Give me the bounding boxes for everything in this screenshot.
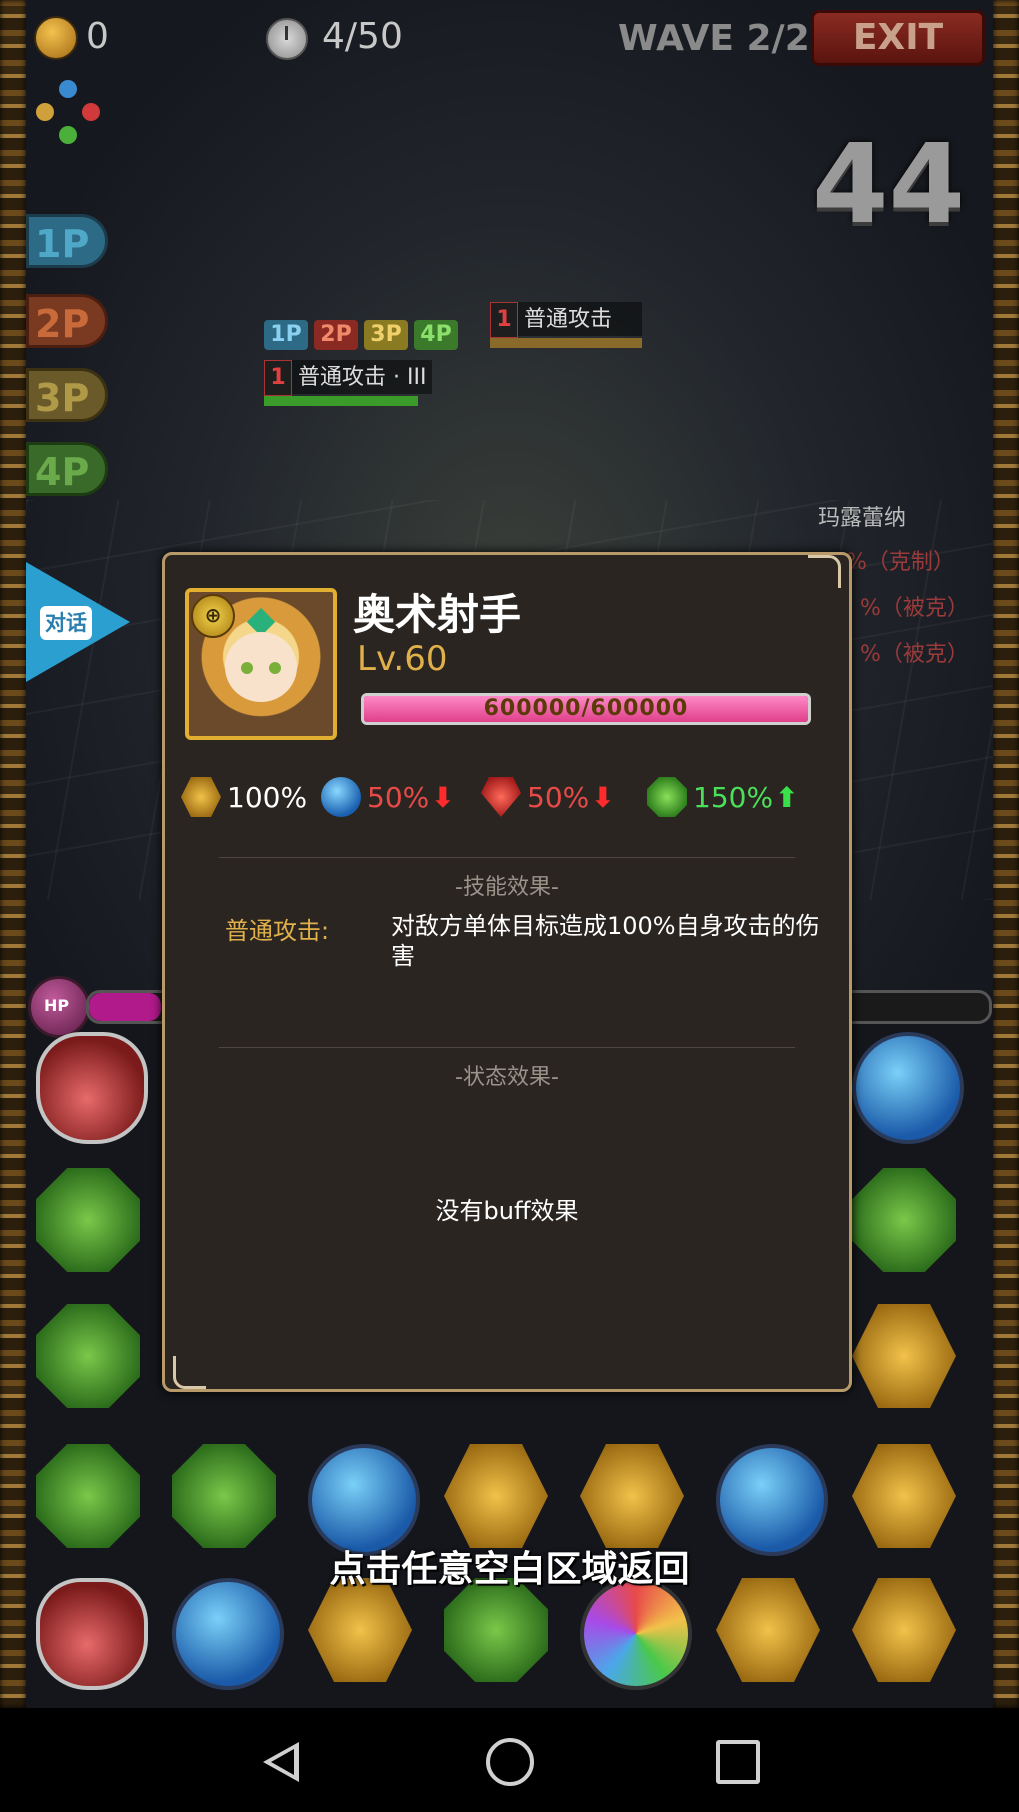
heal-gem[interactable]	[36, 1578, 148, 1690]
hp-label: HP	[44, 996, 70, 1015]
portrait-eye	[241, 662, 253, 674]
skill-name: 普通攻击:	[225, 917, 330, 945]
android-nav-bar	[0, 1708, 1019, 1812]
portrait-face	[225, 632, 297, 702]
water-gem[interactable]	[852, 1032, 964, 1144]
wind-gem[interactable]	[36, 1304, 140, 1408]
enemy-effect: %（被克）	[860, 642, 969, 667]
character-hp-bar: 600000/600000	[361, 693, 811, 725]
water-element-icon	[321, 777, 361, 817]
skill-label: 普通攻击 · III	[298, 365, 427, 390]
rainbow-gem[interactable]	[580, 1578, 692, 1690]
character-portrait: ⊕	[185, 588, 337, 740]
enemy-skill-bar: 1 普通攻击	[490, 302, 642, 348]
mini-tag-1p: 1P	[264, 320, 308, 350]
element-affinities: 100% 50% ⬇ 50% ⬇ 150% ⬆	[181, 775, 831, 819]
coin-count: 0	[86, 16, 109, 57]
wind-gem[interactable]	[444, 1578, 548, 1682]
mini-tag-4p: 4P	[414, 320, 458, 350]
wind-gem[interactable]	[36, 1444, 140, 1548]
player-tab-1p[interactable]: 1P	[26, 214, 108, 268]
divider	[219, 1047, 795, 1048]
wind-gem[interactable]	[36, 1168, 140, 1272]
affinity-value: 50%	[367, 780, 430, 814]
affinity-value: 100%	[227, 780, 308, 814]
earth-gem[interactable]	[852, 1304, 956, 1408]
mini-tag-3p: 3P	[364, 320, 408, 350]
skill-description: 对敌方单体目标造成100%自身攻击的伤害	[391, 912, 820, 970]
affinity-wind: 150% ⬆	[647, 775, 799, 819]
earth-gem[interactable]	[580, 1444, 684, 1548]
status-section-title: -状态效果-	[455, 1065, 559, 1090]
enemy-effect: %（被克）	[860, 596, 969, 621]
character-level: Lv.60	[357, 639, 448, 679]
portrait-eye	[269, 662, 281, 674]
mini-player-tags: 1P 2P 3P 4P	[264, 320, 458, 350]
skill-gauge	[264, 396, 418, 406]
divider	[219, 857, 795, 858]
skill-number: 1	[264, 360, 292, 396]
enemy-effect: %（克制）	[846, 550, 955, 575]
element-cycle-icon	[36, 80, 100, 144]
class-badge-icon: ⊕	[191, 594, 235, 638]
recent-apps-icon[interactable]	[716, 1740, 760, 1784]
skill-gauge	[490, 338, 642, 348]
character-name: 奥术射手	[353, 590, 522, 639]
arrow-up-icon: ⬆	[775, 780, 799, 814]
character-info-dialog: ⊕ 奥术射手 Lv.60 600000/600000 100% 50% ⬇ 50…	[162, 552, 852, 1392]
top-hud: 0 4/50 WAVE 2/2 EXIT	[26, 8, 993, 66]
player-skill-bar: 1 普通攻击 · III	[264, 360, 432, 406]
player-tab-4p[interactable]: 4P	[26, 442, 108, 496]
affinity-value: 50%	[527, 780, 590, 814]
coin-icon	[34, 16, 78, 60]
heal-gem[interactable]	[36, 1032, 148, 1144]
enemy-name: 玛露蕾纳	[818, 506, 907, 531]
earth-gem[interactable]	[852, 1444, 956, 1548]
mini-tag-2p: 2P	[314, 320, 358, 350]
wind-gem[interactable]	[172, 1444, 276, 1548]
hp-orb-icon: HP	[28, 976, 90, 1038]
player-tab-2p[interactable]: 2P	[26, 294, 108, 348]
talk-button-label[interactable]: 对话	[40, 606, 92, 640]
skill-section-title: -技能效果-	[455, 875, 559, 900]
wind-element-icon	[647, 777, 687, 817]
fire-element-icon	[481, 777, 521, 817]
earth-element-icon	[181, 777, 221, 817]
affinity-fire: 50% ⬇	[481, 775, 615, 819]
arrow-down-icon: ⬇	[591, 780, 615, 814]
enemy-turn-counter: 44	[812, 120, 966, 248]
home-icon[interactable]	[486, 1738, 534, 1786]
turn-progress: 4/50	[322, 16, 403, 57]
skill-number: 1	[490, 302, 518, 338]
wind-gem[interactable]	[852, 1168, 956, 1272]
clock-icon	[266, 18, 308, 60]
team-hp-fill	[89, 993, 161, 1021]
character-hp-text: 600000/600000	[483, 696, 689, 721]
no-buff-text: 没有buff效果	[435, 1197, 579, 1225]
affinity-value: 150%	[693, 780, 774, 814]
earth-gem[interactable]	[716, 1578, 820, 1682]
left-frame-ornament	[0, 0, 26, 1708]
earth-gem[interactable]	[308, 1578, 412, 1682]
earth-gem[interactable]	[444, 1444, 548, 1548]
exit-button[interactable]: EXIT	[811, 10, 985, 66]
dialog-corner-ornament	[173, 1356, 206, 1389]
water-gem[interactable]	[172, 1578, 284, 1690]
skill-label: 普通攻击	[524, 307, 613, 332]
affinity-earth: 100%	[181, 775, 307, 819]
back-icon[interactable]	[263, 1742, 299, 1782]
affinity-water: 50% ⬇	[321, 775, 455, 819]
earth-gem[interactable]	[852, 1578, 956, 1682]
wave-indicator: WAVE 2/2	[618, 18, 810, 59]
arrow-down-icon: ⬇	[431, 780, 455, 814]
back-hint: 点击任意空白区域返回	[329, 1549, 690, 1590]
dialog-corner-ornament	[808, 555, 841, 588]
player-tab-3p[interactable]: 3P	[26, 368, 108, 422]
right-frame-ornament	[993, 0, 1019, 1708]
